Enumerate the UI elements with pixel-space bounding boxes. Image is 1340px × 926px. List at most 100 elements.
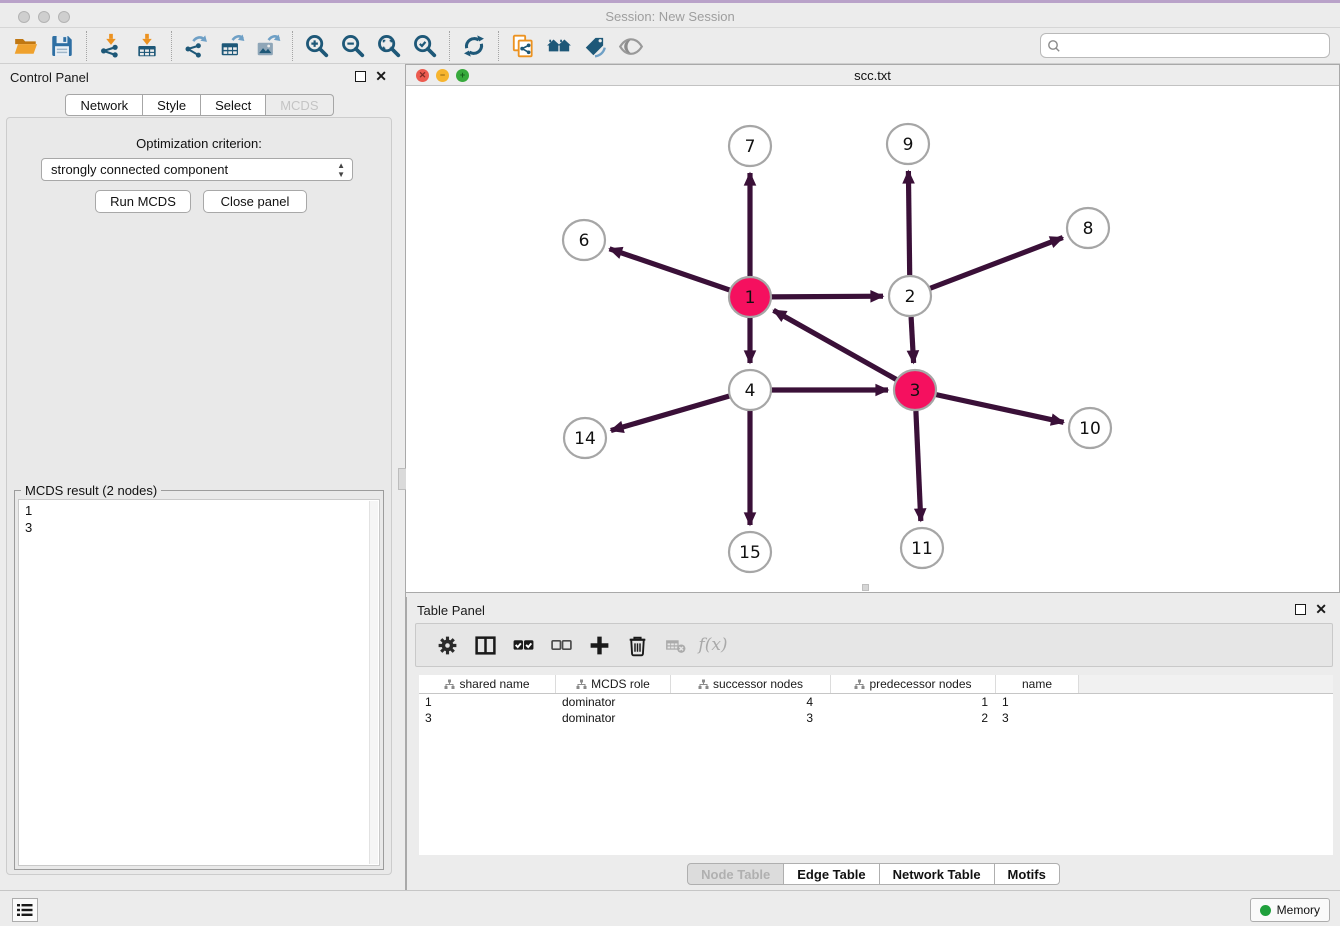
duplicate-network-button[interactable] [505,30,541,62]
search-box[interactable] [1040,33,1330,58]
graph-edge-2-9[interactable] [908,171,909,275]
export-network-button[interactable] [178,30,214,62]
graph-node-9[interactable]: 9 [887,124,929,164]
graph-node-7[interactable]: 7 [729,126,771,166]
zoom-selected-button[interactable] [407,30,443,62]
tab-network-table[interactable]: Network Table [880,863,995,885]
frame-resize-grip[interactable] [862,584,869,591]
graph-edge-1-2[interactable] [771,296,883,297]
node-table-rows: 1dominator4113dominator323 [419,694,1333,726]
graph-node-11[interactable]: 11 [901,528,943,568]
add-column-button[interactable] [580,627,618,663]
graph-node-15[interactable]: 15 [729,532,771,572]
graph-node-14[interactable]: 14 [564,418,606,458]
table-cell[interactable]: 3 [671,710,831,726]
optimization-criterion-select[interactable]: strongly connected component ▲▼ [41,158,353,181]
memory-button[interactable]: Memory [1250,898,1330,922]
tab-select[interactable]: Select [201,94,266,116]
select-all-button[interactable] [504,627,542,663]
memory-label: Memory [1277,903,1320,917]
graph-node-2[interactable]: 2 [889,276,931,316]
tab-node-table[interactable]: Node Table [687,863,784,885]
graph-edge-1-6[interactable] [610,249,731,290]
table-cell[interactable]: dominator [556,694,671,710]
zoom-in-button[interactable] [299,30,335,62]
table-cell[interactable]: 4 [671,694,831,710]
table-cell[interactable]: 2 [831,710,996,726]
select-none-button[interactable] [542,627,580,663]
float-table-panel-icon[interactable] [1295,604,1306,615]
column-type-icon [444,679,455,690]
close-panel-icon[interactable]: ✕ [375,68,387,85]
save-session-button[interactable] [44,30,80,62]
tab-style[interactable]: Style [143,94,201,116]
table-row[interactable]: 3dominator323 [419,710,1333,726]
control-panel: Control Panel ✕ NetworkStyleSelectMCDS O… [0,64,399,890]
eye-button[interactable] [613,30,649,62]
zoom-out-button[interactable] [335,30,371,62]
float-panel-icon[interactable] [355,71,366,82]
table-cell[interactable]: 3 [996,710,1079,726]
column-header-shared-name[interactable]: shared name [419,675,556,693]
graph-canvas[interactable]: 7 9 6 8 1 2 4 3 14 10 15 11 [406,86,1338,592]
node-label: 15 [739,543,761,563]
result-line: 1 [25,502,379,519]
graph-node-1[interactable]: 1 [729,277,771,317]
task-history-button[interactable] [12,898,38,922]
close-table-panel-icon[interactable]: ✕ [1315,601,1327,618]
table-cell[interactable]: 1 [419,694,556,710]
home-button[interactable] [541,30,577,62]
import-network-button[interactable] [93,30,129,62]
graph-edge-3-1[interactable] [774,310,897,379]
close-panel-button[interactable]: Close panel [203,190,307,213]
tab-network[interactable]: Network [65,94,143,116]
zoom-out-icon [340,33,366,59]
graph-edge-3-11[interactable] [916,411,921,521]
export-table-button[interactable] [214,30,250,62]
zoom-fit-button[interactable] [371,30,407,62]
column-header-successor-nodes[interactable]: successor nodes [671,675,831,693]
memory-status-icon [1260,905,1271,916]
graph-edge-4-14[interactable] [611,396,730,431]
hide-labels-button[interactable] [577,30,613,62]
graph-edge-2-8[interactable] [930,238,1063,289]
table-cell[interactable]: 1 [831,694,996,710]
settings-button[interactable] [428,627,466,663]
export-image-button[interactable] [250,30,286,62]
control-panel-header: Control Panel ✕ [0,64,399,90]
table-cell[interactable]: 1 [996,694,1079,710]
tab-mcds[interactable]: MCDS [266,94,333,116]
mcds-result-text[interactable]: 13 [18,499,380,866]
mcds-result-group: MCDS result (2 nodes) 13 [14,490,384,870]
column-header-MCDS-role[interactable]: MCDS role [556,675,671,693]
open-session-button[interactable] [8,30,44,62]
tab-motifs[interactable]: Motifs [995,863,1060,885]
table-cell[interactable]: dominator [556,710,671,726]
refresh-button[interactable] [456,30,492,62]
graph-node-4[interactable]: 4 [729,370,771,410]
zoom-fit-icon [376,33,402,59]
node-label: 3 [910,381,921,401]
graph-edge-2-3[interactable] [911,317,914,363]
select-all-icon [512,634,535,657]
delete-column-button[interactable] [618,627,656,663]
export-image-icon [255,33,281,59]
table-cell[interactable]: 3 [419,710,556,726]
import-table-button[interactable] [129,30,165,62]
graph-node-10[interactable]: 10 [1069,408,1111,448]
network-window-titlebar[interactable]: ✕ − + scc.txt [406,65,1339,86]
table-row[interactable]: 1dominator411 [419,694,1333,710]
graph-node-6[interactable]: 6 [563,220,605,260]
column-label: successor nodes [713,677,803,691]
column-header-predecessor-nodes[interactable]: predecessor nodes [831,675,996,693]
search-input[interactable] [1061,36,1329,56]
graph-edge-3-10[interactable] [936,395,1064,423]
result-scrollbar[interactable] [369,501,378,864]
tab-edge-table[interactable]: Edge Table [784,863,879,885]
graph-node-8[interactable]: 8 [1067,208,1109,248]
function-builder-icon: f(x) [698,635,727,655]
run-mcds-button[interactable]: Run MCDS [95,190,191,213]
graph-node-3[interactable]: 3 [894,370,936,410]
column-header-name[interactable]: name [996,675,1079,693]
split-panel-button[interactable] [466,627,504,663]
